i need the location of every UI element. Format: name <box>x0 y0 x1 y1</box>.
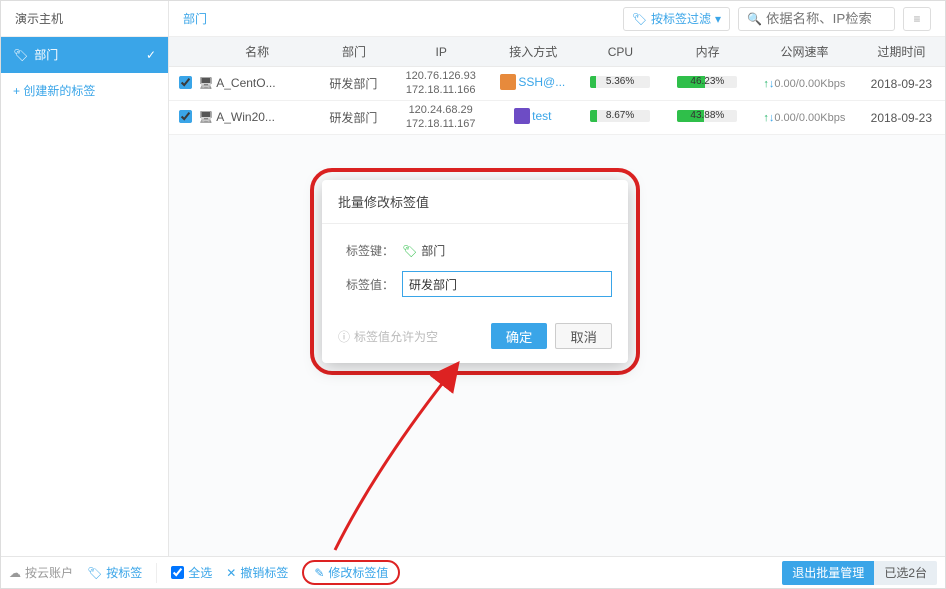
th-net: 公网速率 <box>751 43 858 60</box>
cell-net: ↑↓0.00/0.00Kbps <box>751 112 858 124</box>
cell-dept: 研发部门 <box>315 75 393 92</box>
os-icon: 🖥 <box>198 110 214 126</box>
divider <box>156 563 157 583</box>
selected-count-badge: 已选2台 <box>874 561 937 585</box>
revoke-tag-button[interactable]: ✕ 撤销标签 <box>226 564 288 581</box>
table-row[interactable]: 🖥A_Win20...研发部门120.24.68.29172.18.11.167… <box>169 101 945 135</box>
footer-bytag-label: 按标签 <box>106 564 142 581</box>
search-input[interactable] <box>766 11 886 26</box>
cell-name: 🖥A_Win20... <box>198 110 314 126</box>
search-icon: 🔍 <box>747 12 762 26</box>
conn-icon <box>500 74 516 90</box>
sidebar-host-title: 演示主机 <box>1 1 168 37</box>
tag-value-input[interactable] <box>402 271 612 297</box>
th-mem: 内存 <box>664 43 751 60</box>
cell-ip: 120.76.126.93172.18.11.166 <box>392 70 489 96</box>
breadcrumb[interactable]: 部门 <box>183 10 207 27</box>
tag-icon: 🏷 <box>632 12 647 26</box>
select-all-toggle[interactable]: 全选 <box>171 564 212 581</box>
cell-conn[interactable]: SSH@... <box>489 74 576 93</box>
tag-key-label: 标签键： <box>338 242 402 259</box>
filter-label: 按标签过滤 <box>651 10 711 27</box>
tag-key-text: 部门 <box>421 242 445 259</box>
select-all-label: 全选 <box>188 564 212 581</box>
table-row[interactable]: 🖥A_CentO...研发部门120.76.126.93172.18.11.16… <box>169 67 945 101</box>
modify-label: 修改标签值 <box>328 564 388 581</box>
edit-icon: ✎ <box>314 566 324 580</box>
cell-dept: 研发部门 <box>315 109 393 126</box>
filter-by-tag-dropdown[interactable]: 🏷 按标签过滤 ▾ <box>623 7 730 31</box>
cell-name: 🖥A_CentO... <box>198 76 314 92</box>
os-icon: 🖥 <box>198 76 214 92</box>
cell-mem: 43.88% <box>664 110 751 125</box>
footer-cloud-label: 按云账户 <box>25 564 73 581</box>
th-cpu: CPU <box>577 45 664 59</box>
cell-conn[interactable]: test <box>489 108 576 127</box>
check-icon: ✓ <box>146 37 156 73</box>
th-name: 名称 <box>199 43 315 60</box>
table-header: 名称 部门 IP 接入方式 CPU 内存 公网速率 过期时间 <box>169 37 945 67</box>
row-checkbox[interactable] <box>179 110 192 123</box>
tag-value-label: 标签值： <box>338 276 402 293</box>
row-checkbox[interactable] <box>179 76 192 89</box>
select-all-checkbox[interactable] <box>171 566 184 579</box>
sort-menu-button[interactable]: ≡ <box>903 7 931 31</box>
cell-mem: 46.23% <box>664 76 751 91</box>
footer-by-tag-tab[interactable]: 🏷 按标签 <box>87 564 142 581</box>
revoke-label: 撤销标签 <box>240 564 288 581</box>
confirm-button[interactable]: 确定 <box>491 323 548 349</box>
cloud-icon: ☁ <box>9 566 21 580</box>
annotation-highlight: 批量修改标签值 标签键： 🏷 部门 标签值： ⓘ 标签值允许为空 确定 取消 <box>310 168 640 375</box>
sidebar-tag-dept[interactable]: 🏷 部门 ✓ <box>1 37 168 73</box>
cell-ip: 120.24.68.29172.18.11.167 <box>392 104 489 130</box>
cell-net: ↑↓0.00/0.00Kbps <box>751 78 858 90</box>
sort-icon: ≡ <box>913 12 920 26</box>
modify-tag-value-button[interactable]: ✎ 修改标签值 <box>302 560 400 585</box>
hint-text: ⓘ 标签值允许为空 <box>338 328 438 345</box>
cell-exp: 2018-09-23 <box>858 77 945 91</box>
tag-icon: 🏷 <box>13 37 28 73</box>
cell-cpu: 8.67% <box>576 110 663 125</box>
batch-modify-tag-dialog: 批量修改标签值 标签键： 🏷 部门 标签值： ⓘ 标签值允许为空 确定 取消 <box>322 180 628 363</box>
tag-key-value: 🏷 部门 <box>402 242 445 259</box>
conn-icon <box>514 108 530 124</box>
close-icon: ✕ <box>226 566 236 580</box>
footer-by-cloud-tab[interactable]: ☁ 按云账户 <box>9 564 73 581</box>
sidebar-tag-label: 部门 <box>34 37 58 73</box>
cell-cpu: 5.36% <box>576 76 663 91</box>
th-exp: 过期时间 <box>858 43 945 60</box>
cancel-button[interactable]: 取消 <box>555 323 612 349</box>
chevron-down-icon: ▾ <box>715 12 721 26</box>
hint-label: 标签值允许为空 <box>354 328 438 345</box>
create-tag-link[interactable]: + 创建新的标签 <box>1 73 168 109</box>
dialog-title: 批量修改标签值 <box>322 180 628 224</box>
cell-exp: 2018-09-23 <box>858 111 945 125</box>
search-input-wrap[interactable]: 🔍 <box>738 7 895 31</box>
info-icon: ⓘ <box>338 328 350 345</box>
tag-icon: 🏷 <box>402 244 417 258</box>
tag-icon: 🏷 <box>87 566 102 580</box>
th-conn: 接入方式 <box>490 43 577 60</box>
th-dept: 部门 <box>315 43 393 60</box>
exit-batch-button[interactable]: 退出批量管理 <box>782 561 874 585</box>
th-ip: IP <box>393 45 490 59</box>
